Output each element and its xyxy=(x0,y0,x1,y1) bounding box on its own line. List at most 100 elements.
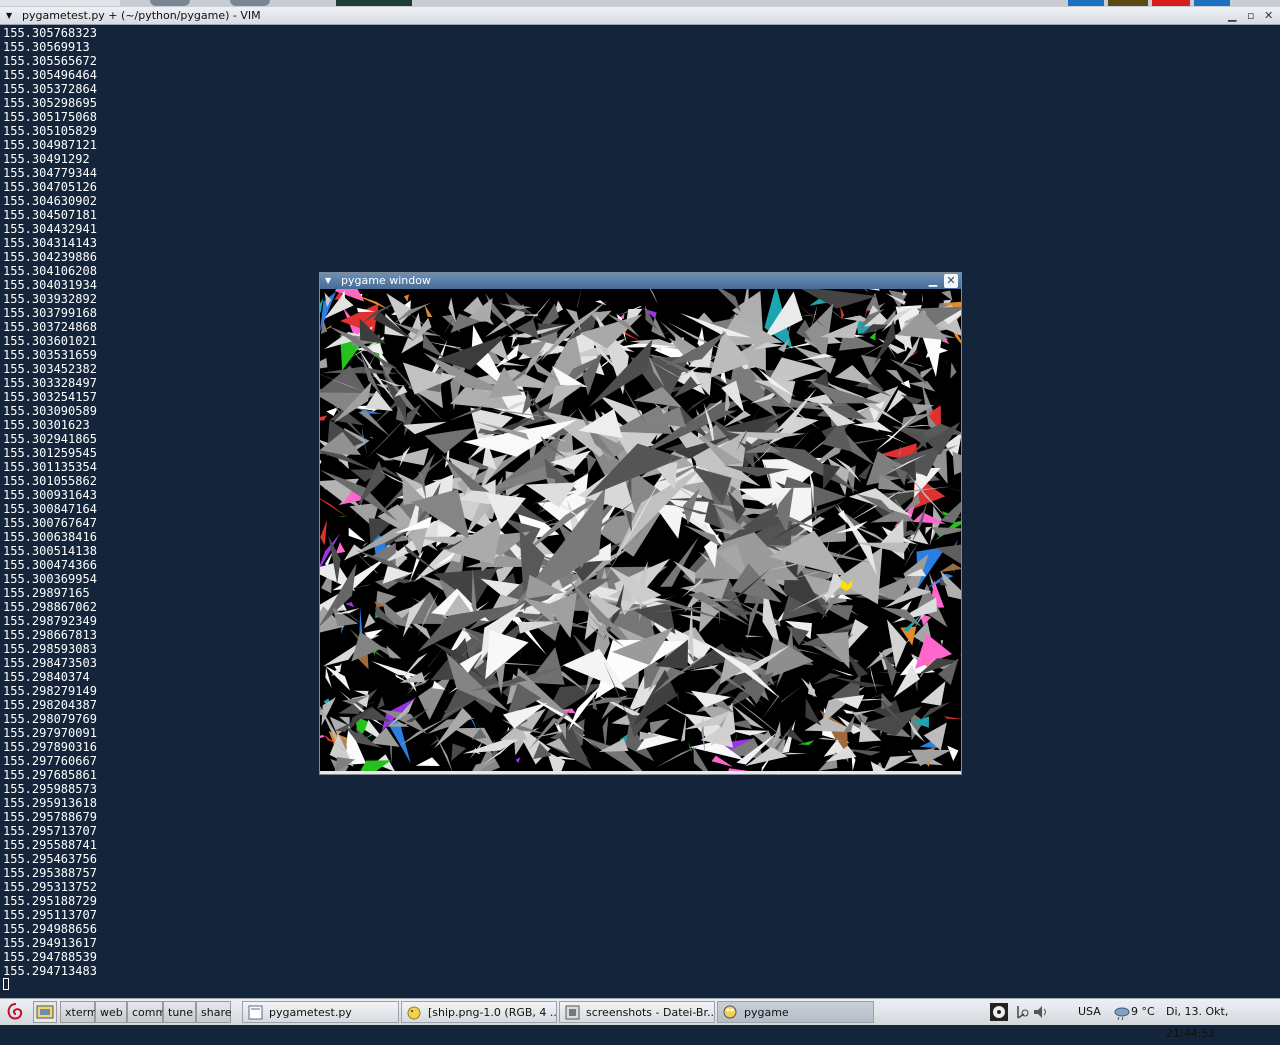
weather-icon xyxy=(1113,1003,1131,1021)
terminal-line: 155.303932892 xyxy=(3,292,97,306)
python-icon xyxy=(723,1005,738,1020)
terminal-line: 155.294913617 xyxy=(3,936,97,950)
terminal-line: 155.297685861 xyxy=(3,768,97,782)
terminal-line: 155.295188729 xyxy=(3,894,97,908)
vim-window-titlebar[interactable]: ▼ pygametest.py + (~/python/pygame) - VI… xyxy=(0,7,1280,25)
task-label: pygametest.py xyxy=(269,1006,352,1019)
clock[interactable]: Di, 13. Okt, 21:44:52 xyxy=(1166,1001,1280,1023)
terminal-lines: 155.305768323155.30569913155.305565672 15… xyxy=(3,26,97,978)
gimp-icon xyxy=(407,1005,422,1020)
task-pygame[interactable]: pygame xyxy=(717,1001,874,1023)
terminal-line: 155.305372864 xyxy=(3,82,97,96)
terminal-line: 155.298079769 xyxy=(3,712,97,726)
terminal-line: 155.300847164 xyxy=(3,502,97,516)
terminal-line: 155.295988573 xyxy=(3,782,97,796)
volume-icon[interactable] xyxy=(1032,1003,1050,1021)
terminal-line: 155.304507181 xyxy=(3,208,97,222)
terminal-line: 155.298593083 xyxy=(3,642,97,656)
terminal-line: 155.304432941 xyxy=(3,222,97,236)
task-pygametest[interactable]: pygametest.py xyxy=(242,1001,399,1023)
workspace-web[interactable]: web xyxy=(95,1001,127,1023)
terminal-line: 155.298667813 xyxy=(3,628,97,642)
terminal-line: 155.295588741 xyxy=(3,838,97,852)
terminal-line: 155.297890316 xyxy=(3,740,97,754)
terminal-line: 155.300514138 xyxy=(3,544,97,558)
terminal-line: 155.301259545 xyxy=(3,446,97,460)
terminal-line: 155.304987121 xyxy=(3,138,97,152)
network-icon[interactable] xyxy=(1013,1003,1031,1021)
terminal-line: 155.298867062 xyxy=(3,600,97,614)
terminal-line: 155.303724868 xyxy=(3,320,97,334)
terminal-line: 155.303254157 xyxy=(3,390,97,404)
terminal-line: 155.304239886 xyxy=(3,250,97,264)
terminal-line: 155.297970091 xyxy=(3,726,97,740)
terminal-line: 155.295788679 xyxy=(3,810,97,824)
terminal-line: 155.304106208 xyxy=(3,264,97,278)
desktop-icon-button[interactable] xyxy=(33,1001,57,1023)
pygame-window-titlebar[interactable]: ▼ pygame window ▁ ✕ xyxy=(320,273,961,289)
terminal-line: 155.300638416 xyxy=(3,530,97,544)
terminal-line: 155.30569913 xyxy=(3,40,97,54)
disc-icon[interactable] xyxy=(990,1003,1008,1021)
terminal-line: 155.303601021 xyxy=(3,334,97,348)
terminal-line: 155.300369954 xyxy=(3,572,97,586)
close-icon[interactable]: ✕ xyxy=(1264,7,1273,24)
minimize-icon[interactable]: ▁ xyxy=(926,274,940,288)
terminal-line: 155.294988656 xyxy=(3,922,97,936)
terminal-line: 155.298279149 xyxy=(3,684,97,698)
terminal-line: 155.30491292 xyxy=(3,152,97,166)
terminal-line: 155.295113707 xyxy=(3,908,97,922)
terminal-line: 155.303090589 xyxy=(3,404,97,418)
terminal-line: 155.301055862 xyxy=(3,474,97,488)
minimize-icon[interactable]: ▁ xyxy=(1228,7,1236,24)
task-gimp-image[interactable]: [ship.png-1.0 (RGB, 4 ... xyxy=(401,1001,557,1023)
terminal-line: 155.305768323 xyxy=(3,26,97,40)
window-menu-icon[interactable]: ▼ xyxy=(325,273,331,289)
workspace-tune[interactable]: tune xyxy=(163,1001,196,1023)
terminal-line: 155.294713483 xyxy=(3,964,97,978)
window-bottom-border xyxy=(320,771,961,774)
task-label: [ship.png-1.0 (RGB, 4 ... xyxy=(428,1006,557,1019)
document-icon xyxy=(248,1005,263,1020)
pygame-canvas[interactable] xyxy=(320,289,961,771)
window-menu-icon[interactable]: ▼ xyxy=(6,7,12,24)
terminal-line: 155.305175068 xyxy=(3,110,97,124)
top-panel-strip xyxy=(0,0,1280,7)
terminal-line: 155.295463756 xyxy=(3,852,97,866)
terminal-line: 155.303328497 xyxy=(3,376,97,390)
keyboard-layout[interactable]: USA xyxy=(1078,1001,1101,1023)
terminal-line: 155.294788539 xyxy=(3,950,97,964)
triangle-render xyxy=(320,289,961,771)
terminal-line: 155.297760667 xyxy=(3,754,97,768)
workspace-comm[interactable]: comm xyxy=(127,1001,163,1023)
vim-window-title: pygametest.py + (~/python/pygame) - VIM xyxy=(22,7,261,24)
workspace-xterm[interactable]: xterm xyxy=(60,1001,95,1023)
task-label: pygame xyxy=(744,1006,789,1019)
maximize-icon[interactable]: ▫ xyxy=(1247,7,1254,24)
debian-swirl-icon xyxy=(4,1001,26,1023)
terminal-line: 155.302941865 xyxy=(3,432,97,446)
terminal-line: 155.295713707 xyxy=(3,824,97,838)
terminal-line: 155.298204387 xyxy=(3,698,97,712)
terminal-line: 155.300931643 xyxy=(3,488,97,502)
close-icon[interactable]: ✕ xyxy=(944,274,958,288)
terminal-line: 155.304031934 xyxy=(3,278,97,292)
terminal-line: 155.29840374 xyxy=(3,670,97,684)
terminal-line: 155.304630902 xyxy=(3,194,97,208)
weather-temperature[interactable]: 9 °C xyxy=(1131,1001,1155,1023)
terminal-line: 155.305298695 xyxy=(3,96,97,110)
workspace-share[interactable]: share xyxy=(196,1001,231,1023)
terminal-line: 155.295913618 xyxy=(3,796,97,810)
pygame-window[interactable]: ▼ pygame window ▁ ✕ xyxy=(320,273,961,774)
task-file-browser[interactable]: screenshots - Datei-Br... xyxy=(559,1001,715,1023)
terminal-line: 155.305565672 xyxy=(3,54,97,68)
terminal-line: 155.304705126 xyxy=(3,180,97,194)
terminal-line: 155.295313752 xyxy=(3,880,97,894)
terminal-line: 155.29897165 xyxy=(3,586,97,600)
terminal-line: 155.303531659 xyxy=(3,348,97,362)
terminal-line: 155.30301623 xyxy=(3,418,97,432)
taskbar: xterm web comm tune share pygametest.py … xyxy=(0,998,1280,1025)
terminal-line: 155.300767647 xyxy=(3,516,97,530)
show-desktop-icon xyxy=(34,1002,56,1022)
debian-menu-button[interactable] xyxy=(4,1001,30,1023)
